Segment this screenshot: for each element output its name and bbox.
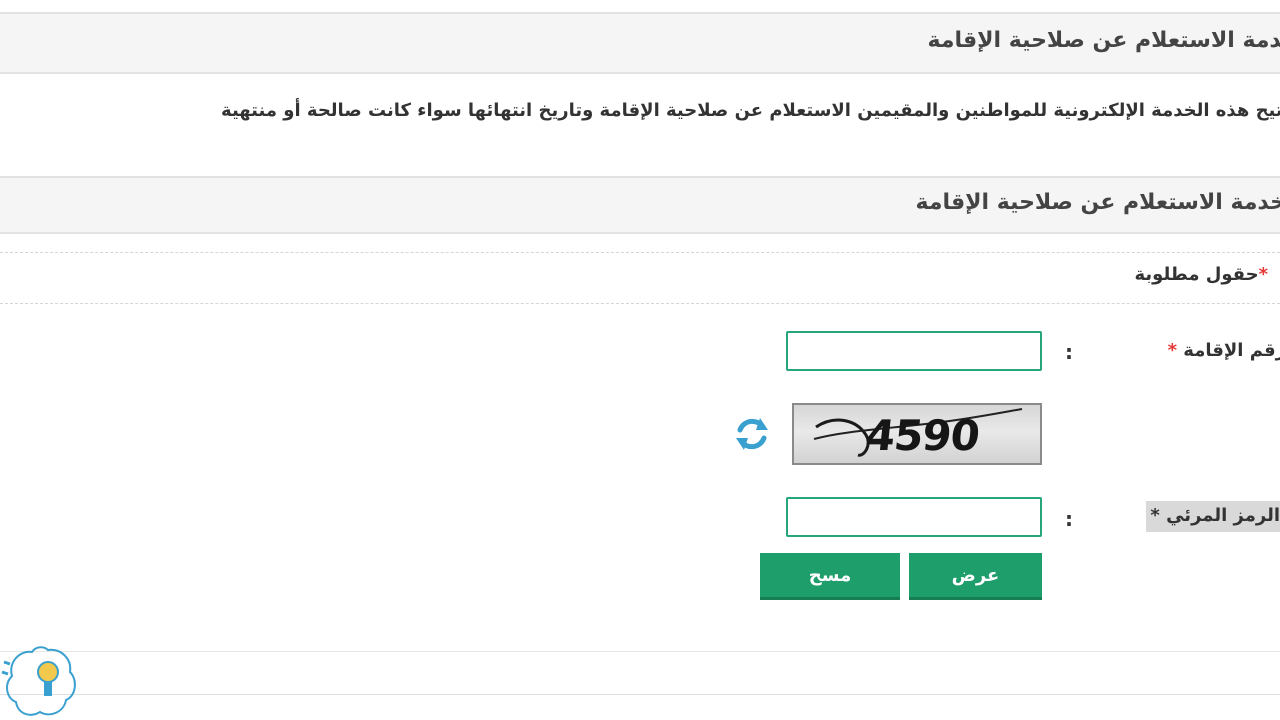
iqama-number-label: رقم الإقامة * — [1168, 340, 1280, 361]
required-star: * — [1150, 505, 1160, 526]
iqama-label-text: رقم الإقامة — [1183, 340, 1280, 361]
iqama-number-input[interactable] — [786, 331, 1042, 371]
bottom-divider — [0, 694, 1280, 695]
page-header: خدمة الاستعلام عن صلاحية الإقامة — [0, 12, 1280, 74]
colon: : — [1065, 507, 1073, 531]
form-section-header: خدمة الاستعلام عن صلاحية الإقامة — [0, 176, 1280, 234]
captcha-code-input[interactable] — [786, 497, 1042, 537]
refresh-icon[interactable] — [732, 414, 772, 454]
divider — [0, 303, 1280, 304]
bottom-divider — [0, 651, 1280, 652]
service-description: تتيح هذه الخدمة الإلكترونية للمواطنين وا… — [221, 100, 1280, 121]
submit-button[interactable]: عرض — [909, 553, 1042, 600]
captcha-code-label: الرمز المرئي * — [1146, 501, 1280, 532]
page-title: خدمة الاستعلام عن صلاحية الإقامة — [927, 28, 1280, 53]
captcha-image: 4590 — [792, 403, 1042, 465]
required-note-text: حقول مطلوبة — [1134, 264, 1259, 285]
page: خدمة الاستعلام عن صلاحية الإقامة تتيح هذ… — [0, 0, 1280, 720]
lightbulb-logo — [1, 646, 76, 716]
colon: : — [1065, 340, 1073, 364]
captcha-text: 4590 — [863, 411, 982, 460]
required-star: * — [1167, 340, 1177, 361]
divider — [0, 252, 1280, 253]
form-section-title: خدمة الاستعلام عن صلاحية الإقامة — [915, 190, 1280, 215]
required-fields-note: *حقول مطلوبة — [1134, 264, 1268, 285]
required-star: * — [1258, 264, 1268, 285]
captcha-label-text: الرمز المرئي — [1166, 505, 1280, 526]
clear-button[interactable]: مسح — [760, 553, 900, 600]
